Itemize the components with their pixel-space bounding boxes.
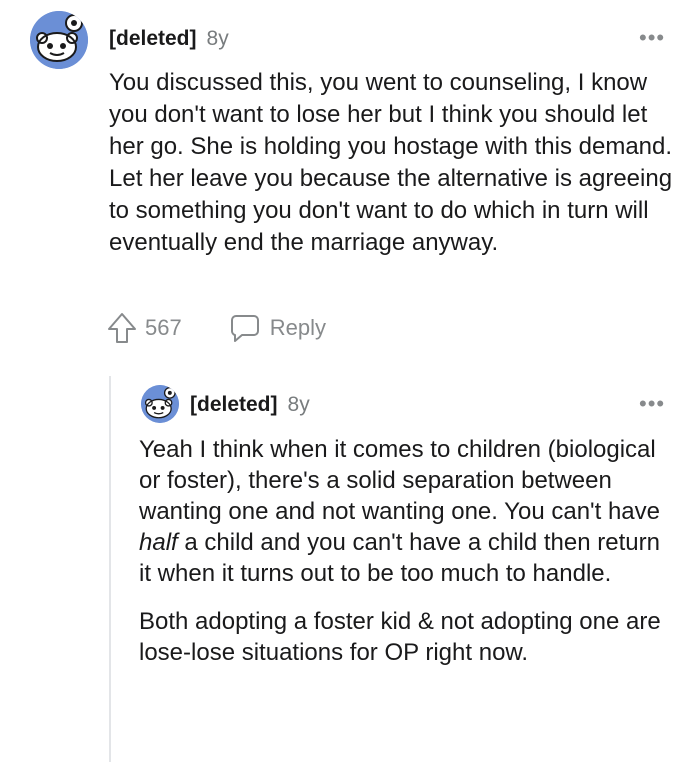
reply-more-options-button[interactable]: ••• [639, 393, 665, 415]
comment-bubble-icon [230, 315, 259, 342]
reply-paragraph-2: Both adopting a foster kid & not adoptin… [139, 608, 661, 666]
reply-emphasis: half [139, 529, 178, 556]
reddit-snoo-avatar-icon [30, 11, 88, 69]
comment-meta: [deleted] 8y [109, 27, 229, 51]
comment-actions: 567 Reply [107, 312, 326, 344]
reply-label: Reply [269, 315, 326, 340]
reddit-snoo-avatar-icon [141, 385, 179, 423]
reply-author[interactable]: [deleted] [190, 393, 278, 417]
reply-button[interactable]: Reply [230, 314, 326, 342]
thread-line[interactable] [109, 376, 111, 762]
reply-age: 8y [287, 393, 310, 416]
more-options-button[interactable]: ••• [639, 27, 665, 49]
more-options-icon: ••• [639, 25, 666, 50]
vote-count: 567 [145, 315, 182, 340]
reply-paragraph-1: Yeah I think when it comes to children (… [139, 434, 669, 589]
reply-text: Yeah I think when it comes to children (… [139, 436, 661, 525]
reply-avatar[interactable] [141, 385, 179, 423]
comment-author[interactable]: [deleted] [109, 27, 197, 51]
more-options-icon: ••• [639, 391, 666, 416]
reply-meta: [deleted] 8y [190, 393, 310, 417]
upvote-icon[interactable] [107, 312, 137, 344]
comment-body: You discussed this, you went to counseli… [109, 69, 673, 256]
comment-age: 8y [206, 27, 229, 50]
avatar[interactable] [30, 11, 88, 69]
reply-text: a child and you can't have a child then … [139, 529, 660, 587]
vote-control: 567 [107, 312, 182, 344]
reply-body: Yeah I think when it comes to children (… [139, 434, 669, 668]
